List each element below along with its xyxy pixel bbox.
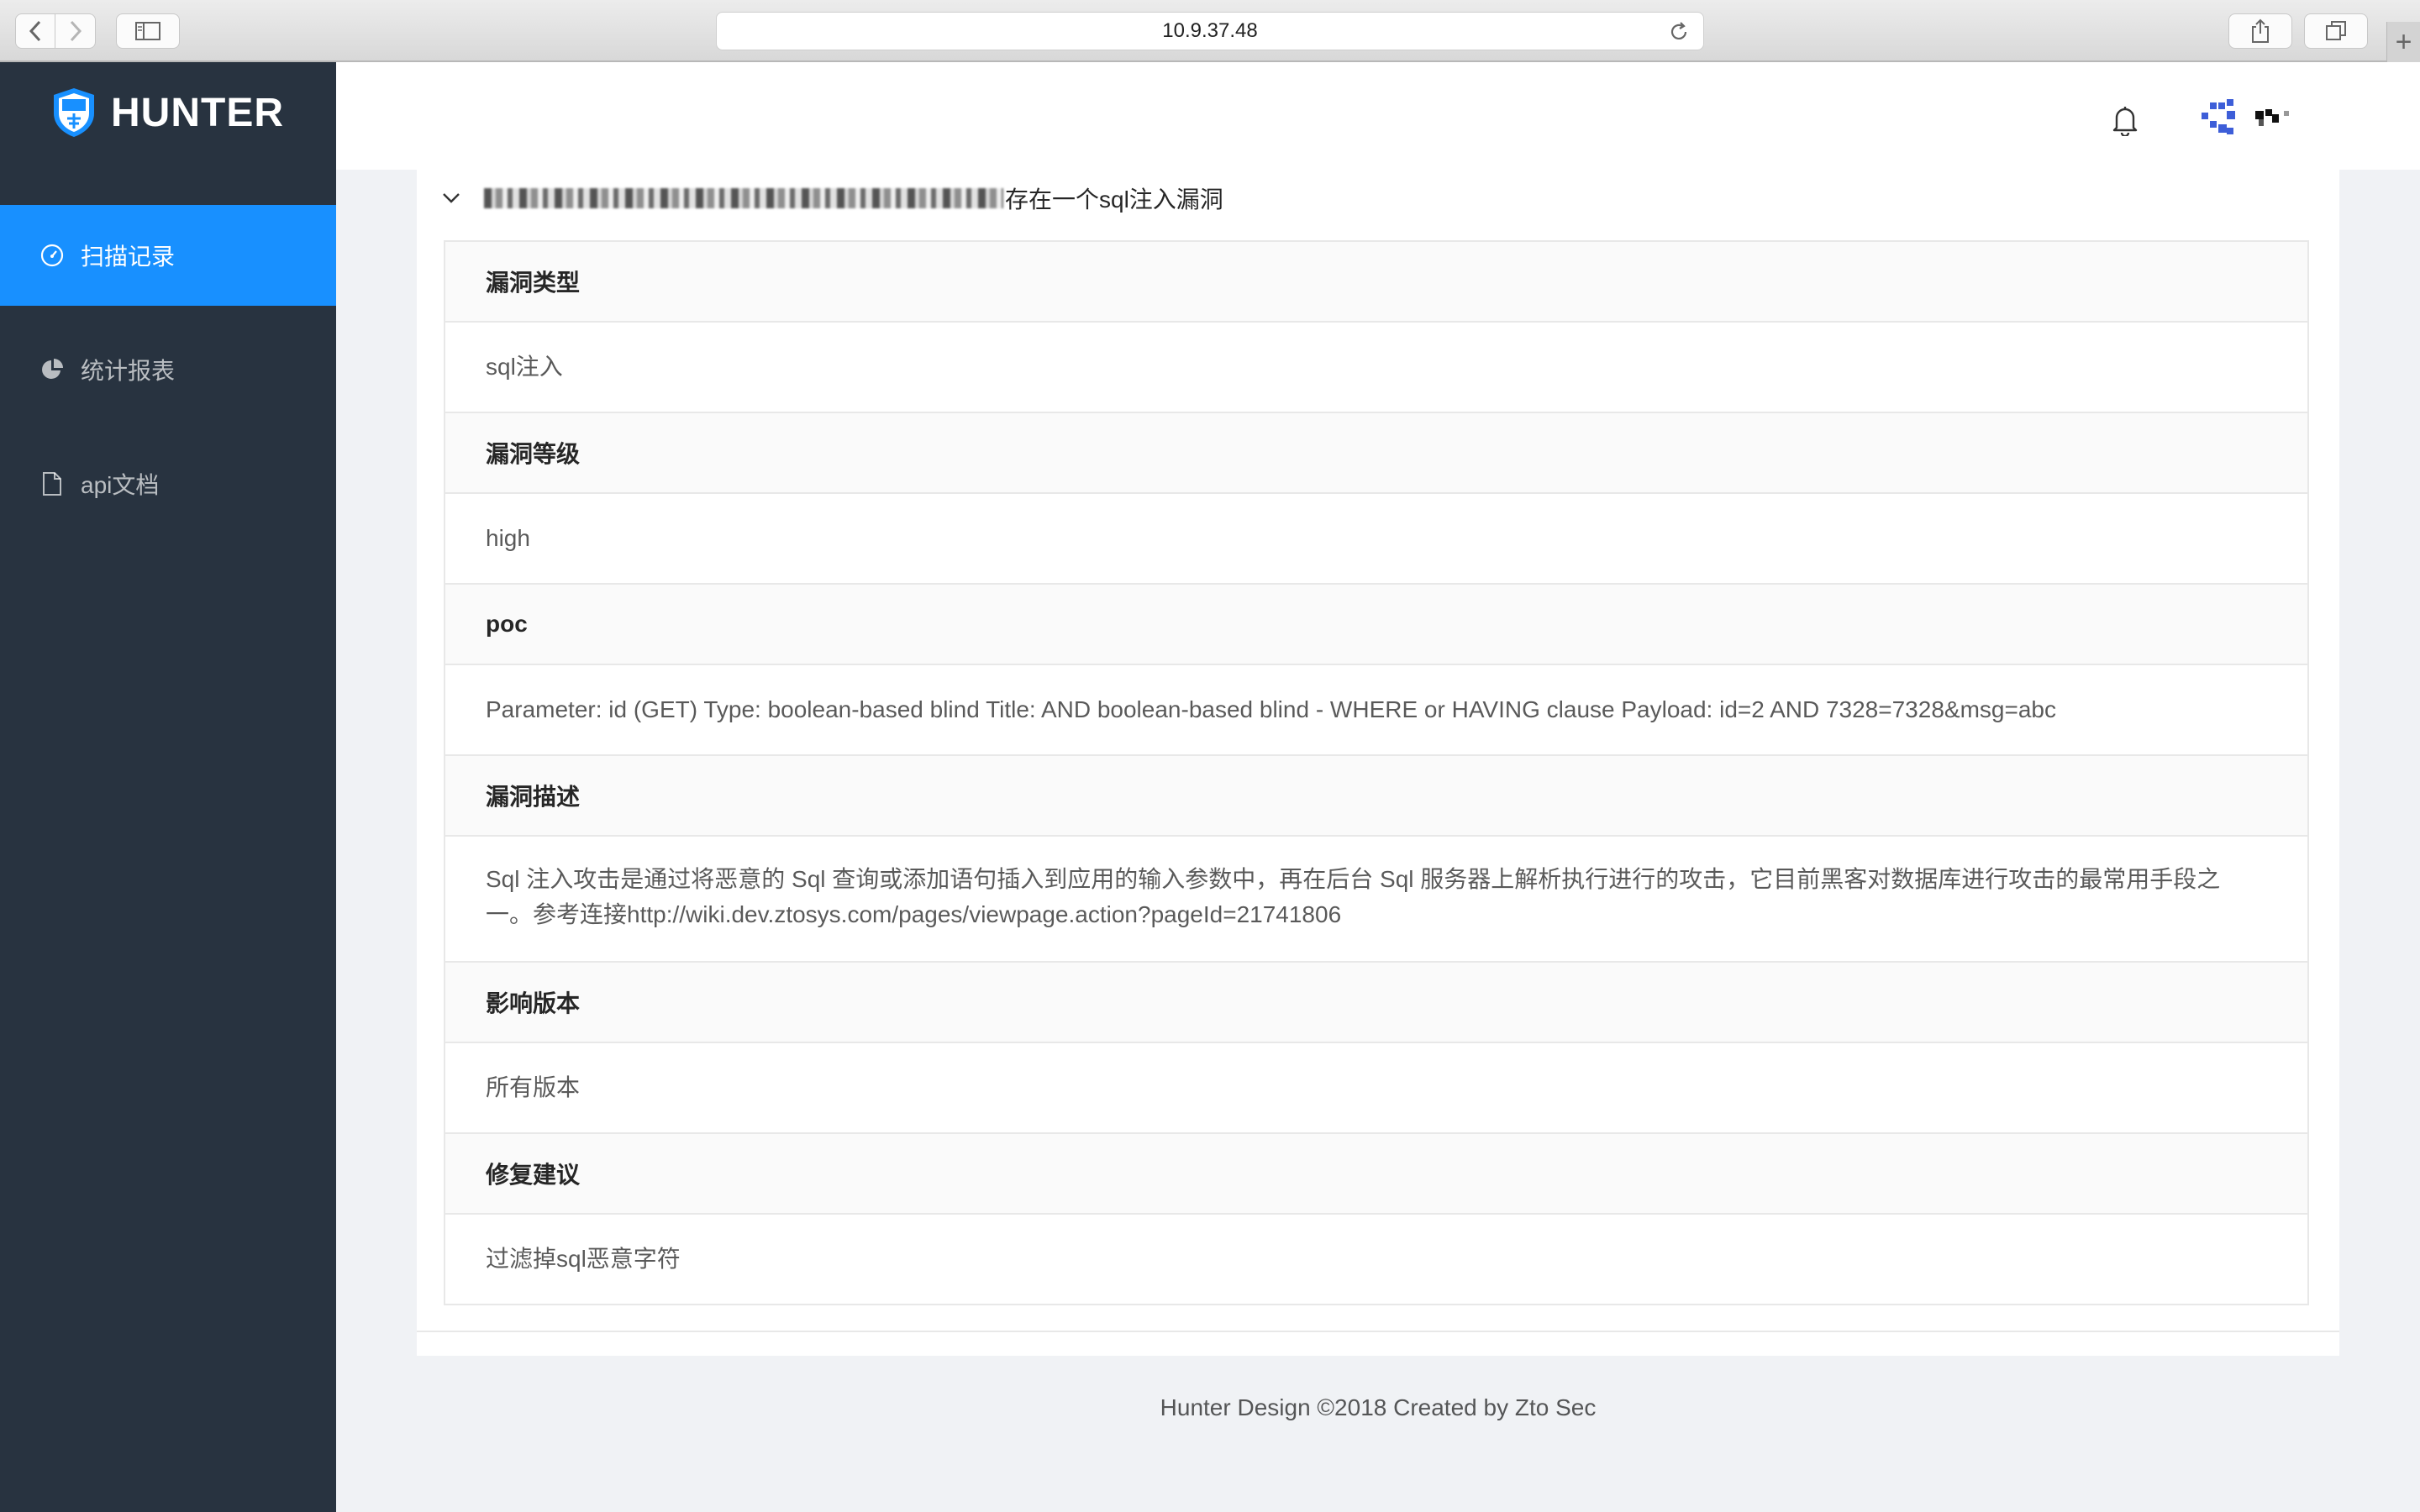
back-button[interactable] — [15, 13, 55, 49]
nav-buttons — [15, 13, 99, 49]
section-header: 漏洞描述 — [445, 756, 2307, 837]
new-tab-button[interactable]: + — [2386, 22, 2420, 62]
browser-toolbar: 10.9.37.48 + — [0, 0, 2420, 62]
tab-overview-button[interactable] — [2304, 13, 2368, 49]
section-value: 所有版本 — [486, 1074, 581, 1100]
sidebar-item-api-docs[interactable]: api文档 — [0, 433, 336, 534]
section-header: 漏洞类型 — [445, 242, 2307, 323]
section-poc: poc Parameter: id (GET) Type: boolean-ba… — [444, 583, 2309, 754]
section-value: sql注入 — [486, 354, 563, 380]
sidebar-item-scan-records[interactable]: 扫描记录 — [0, 205, 336, 306]
section-value: high — [486, 525, 530, 551]
chevron-right-icon — [70, 20, 82, 42]
card-bottom-divider — [417, 1331, 2339, 1356]
sidebar-item-label: 统计报表 — [81, 358, 176, 384]
logo-text: HUNTER — [111, 90, 284, 135]
bell-icon[interactable] — [2111, 104, 2139, 136]
section-header: 影响版本 — [445, 963, 2307, 1043]
footer: Hunter Design ©2018 Created by Zto Sec — [1160, 1394, 1597, 1420]
top-header — [336, 62, 2420, 170]
sidebar: HUNTER 扫描记录 统计报表 api文档 — [0, 62, 336, 1512]
section-value: Sql 注入攻击是通过将恶意的 Sql 查询或添加语句插入到应用的输入参数中，再… — [486, 866, 2221, 927]
section-vuln-type: 漏洞类型 sql注入 — [444, 240, 2309, 412]
share-button[interactable] — [2228, 13, 2292, 49]
section-vuln-level: 漏洞等级 high — [444, 412, 2309, 583]
url-text: 10.9.37.48 — [1162, 19, 1258, 42]
plus-icon: + — [2395, 25, 2412, 58]
sidebar-toggle-button[interactable] — [116, 13, 180, 49]
dashboard-icon — [39, 242, 66, 269]
chevron-left-icon — [29, 20, 41, 42]
section-header: 修复建议 — [445, 1134, 2307, 1215]
sidebar-item-label: api文档 — [81, 472, 160, 498]
vulnerability-collapse-header[interactable]: 存在一个sql注入漏洞 — [442, 181, 1223, 215]
section-value: Parameter: id (GET) Type: boolean-based … — [486, 696, 2056, 722]
section-affected-versions: 影响版本 所有版本 — [444, 961, 2309, 1132]
sidebar-menu: 扫描记录 统计报表 api文档 — [0, 205, 336, 548]
avatar[interactable] — [2200, 96, 2301, 139]
section-fix-suggestion: 修复建议 过滤掉sql恶意字符 — [444, 1132, 2309, 1305]
shield-logo-icon — [54, 88, 94, 137]
file-icon — [39, 470, 66, 497]
pie-chart-icon — [39, 356, 66, 383]
vulnerability-title: 存在一个sql注入漏洞 — [1005, 186, 1223, 213]
section-header: 漏洞等级 — [445, 413, 2307, 494]
reload-icon[interactable] — [1668, 21, 1690, 43]
address-bar[interactable]: 10.9.37.48 — [716, 12, 1704, 50]
chevron-down-icon — [443, 193, 460, 203]
section-value: 过滤掉sql恶意字符 — [486, 1246, 681, 1272]
tabs-icon — [2326, 21, 2346, 40]
sidebar-item-label: 扫描记录 — [81, 244, 176, 270]
forward-button[interactable] — [55, 13, 96, 49]
vulnerability-detail-card: 存在一个sql注入漏洞 漏洞类型 sql注入 漏洞等级 high poc Par… — [417, 170, 2339, 1356]
sidebar-item-reports[interactable]: 统计报表 — [0, 319, 336, 420]
share-icon — [2252, 18, 2269, 43]
redacted-target-url — [484, 188, 1003, 208]
section-header: poc — [445, 585, 2307, 665]
sidebar-icon — [135, 22, 160, 40]
vulnerability-sections: 漏洞类型 sql注入 漏洞等级 high poc Parameter: id (… — [444, 240, 2309, 1305]
logo[interactable]: HUNTER — [0, 62, 336, 163]
section-description: 漏洞描述 Sql 注入攻击是通过将恶意的 Sql 查询或添加语句插入到应用的输入… — [444, 754, 2309, 961]
